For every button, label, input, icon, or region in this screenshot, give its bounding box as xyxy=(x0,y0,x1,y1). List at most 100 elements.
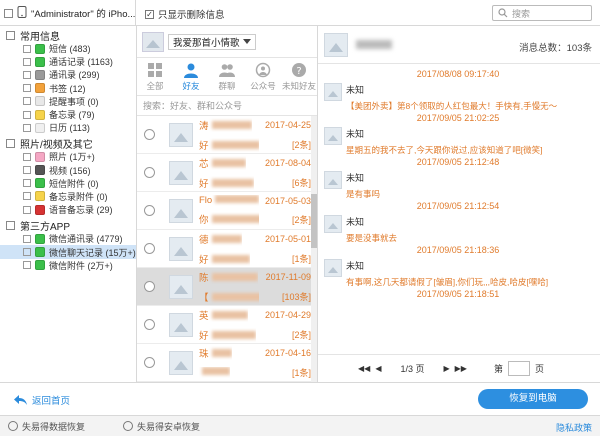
category-group[interactable]: 照片/视频及其它 xyxy=(0,137,136,152)
page-unit-label: 页 xyxy=(534,364,544,374)
item-checkbox[interactable] xyxy=(23,234,31,243)
item-checkbox[interactable] xyxy=(23,166,31,175)
conversation-item[interactable]: 珠 2017-04-16 [1条] xyxy=(137,344,317,382)
tab-person[interactable]: 好友 xyxy=(173,58,209,95)
page-input[interactable] xyxy=(507,361,530,376)
device-checkbox[interactable] xyxy=(4,8,13,18)
group-checkbox[interactable] xyxy=(6,221,15,231)
group-checkbox[interactable] xyxy=(6,139,15,149)
last-page-button[interactable]: ▶▶ xyxy=(455,364,467,373)
search-input[interactable]: 搜索 xyxy=(492,5,592,21)
item-checkbox[interactable] xyxy=(23,84,31,93)
message-text: 有事啊,这几天都请假了[皱眉],你们玩,,,哈皮,哈皮[嘿哈] xyxy=(346,277,549,287)
category-item[interactable]: 微信通讯录 (4779) xyxy=(0,232,136,245)
group-label: 照片/视频及其它 xyxy=(20,140,93,152)
phone-icon xyxy=(17,6,27,20)
message-item: 未知 要是没事就去 xyxy=(324,213,592,244)
first-page-button[interactable]: ◀◀ xyxy=(358,364,370,373)
scrollbar-thumb[interactable] xyxy=(311,194,317,248)
category-item[interactable]: 备忘录 (79) xyxy=(0,108,136,121)
item-checkbox[interactable] xyxy=(23,205,31,214)
official-account-icon xyxy=(255,62,271,78)
conversation-avatar xyxy=(169,350,193,375)
item-checkbox[interactable] xyxy=(23,192,31,201)
conversation-radio[interactable] xyxy=(144,243,155,254)
device-selector[interactable]: "Administrator" 的 iPho... xyxy=(0,0,136,26)
item-checkbox[interactable] xyxy=(23,70,31,79)
tab-unknown-friend[interactable]: ? 未知好友 xyxy=(281,58,317,95)
recover-to-pc-button[interactable]: 恢复到电脑 xyxy=(478,389,588,409)
conversation-radio[interactable] xyxy=(144,357,155,368)
conversation-name: Flo xyxy=(199,195,213,206)
conversation-radio[interactable] xyxy=(144,205,155,216)
item-checkbox[interactable] xyxy=(23,261,31,270)
redacted-text xyxy=(202,367,230,375)
conversation-item[interactable]: 芯 2017-08-04 好 [6条] xyxy=(137,154,317,192)
item-checkbox[interactable] xyxy=(23,152,31,161)
conversation-radio[interactable] xyxy=(144,319,155,330)
category-item[interactable]: 通讯录 (299) xyxy=(0,68,136,81)
only-deleted-toggle[interactable]: 只显示删除信息 xyxy=(145,7,225,21)
conversation-count: [103条] xyxy=(281,292,311,302)
chat-header: 消息总数：103条 xyxy=(318,26,600,64)
conversation-name: 英 xyxy=(199,310,209,322)
back-home-button[interactable]: 返回首页 xyxy=(14,393,70,407)
android-recovery-link[interactable]: 失易得安卓恢复 xyxy=(123,420,200,433)
category-item[interactable]: 通话记录 (1163) xyxy=(0,55,136,68)
group-checkbox[interactable] xyxy=(6,31,15,40)
tab-group[interactable]: 群聊 xyxy=(209,58,245,95)
account-dropdown[interactable]: 我爱那首小情歌 xyxy=(168,33,256,50)
redacted-text xyxy=(215,195,259,203)
item-checkbox[interactable] xyxy=(23,123,31,132)
conversation-name: 德 xyxy=(199,234,209,246)
category-item[interactable]: 微信附件 (2万+) xyxy=(0,259,136,272)
item-checkbox[interactable] xyxy=(23,57,31,66)
category-item[interactable]: 照片 (1万+) xyxy=(0,150,136,163)
item-checkbox[interactable] xyxy=(23,248,31,257)
tab-grid[interactable]: 全部 xyxy=(137,58,173,95)
tab-official-account[interactable]: 公众号 xyxy=(245,58,281,95)
item-checkbox[interactable] xyxy=(23,44,31,53)
category-item[interactable]: 语音备忘录 (29) xyxy=(0,203,136,216)
conversation-radio[interactable] xyxy=(144,167,155,178)
conversation-avatar xyxy=(169,122,193,147)
conversation-item[interactable]: 德 2017-05-01 好 [1条] xyxy=(137,230,317,268)
only-deleted-checkbox[interactable] xyxy=(145,9,154,19)
category-item[interactable]: 备忘录附件 (0) xyxy=(0,190,136,203)
item-checkbox[interactable] xyxy=(23,179,31,188)
account-name: 我爱那首小情歌 xyxy=(173,37,240,49)
conversation-item[interactable]: 涛 2017-04-25 好 [2条] xyxy=(137,116,317,154)
privacy-policy-link[interactable]: 隐私政策 xyxy=(556,421,592,434)
item-checkbox[interactable] xyxy=(23,110,31,119)
conversation-scrollbar[interactable] xyxy=(311,116,317,382)
category-item[interactable]: 日历 (113) xyxy=(0,121,136,134)
conversation-radio[interactable] xyxy=(144,129,155,140)
message-text: 【美团外卖】第8个领取的人红包最大！手快有,手慢无～ xyxy=(346,101,558,111)
conversation-item[interactable]: 英 2017-04-29 好 [2条] xyxy=(137,306,317,344)
category-item[interactable]: 微信聊天记录 (15万+) xyxy=(0,245,136,259)
item-checkbox[interactable] xyxy=(23,97,31,106)
category-item[interactable]: 书签 (12) xyxy=(0,82,136,95)
category-group[interactable]: 常用信息 xyxy=(0,29,136,43)
grid-icon xyxy=(147,62,163,78)
conversation-item[interactable]: Flo 2017-05-03 你 [2条] xyxy=(137,192,317,230)
category-label: 书签 (12) xyxy=(49,83,86,94)
category-label: 备忘录 (79) xyxy=(49,110,95,121)
conversation-item[interactable]: 陈 2017-11-09 【 [103条] xyxy=(137,268,317,306)
redacted-text xyxy=(211,140,259,149)
message-item: 未知 星期五的我不去了,今天跟你说过,应该知道了吧[微笑] xyxy=(324,125,592,156)
device-name: "Administrator" 的 iPho... xyxy=(31,9,135,20)
next-page-button[interactable]: ▶ xyxy=(443,364,449,373)
conversation-tabs: 全部 好友 群聊 公众号? 未知好友 xyxy=(137,58,317,96)
android-recovery-logo-icon xyxy=(123,421,134,431)
category-item[interactable]: 短信 (483) xyxy=(0,42,136,55)
prev-page-button[interactable]: ◀ xyxy=(375,364,381,373)
data-recovery-link[interactable]: 失易得数据恢复 xyxy=(8,420,85,433)
category-group[interactable]: 第三方APP xyxy=(0,219,136,233)
conversation-filter-input[interactable]: 搜索：好友、群和公众号 xyxy=(137,96,317,116)
category-item[interactable]: 提醒事项 (0) xyxy=(0,95,136,108)
category-item[interactable]: 短信附件 (0) xyxy=(0,177,136,190)
category-item[interactable]: 视频 (156) xyxy=(0,164,136,177)
conversation-radio[interactable] xyxy=(144,281,155,292)
tab-label: 好友 xyxy=(182,80,200,91)
